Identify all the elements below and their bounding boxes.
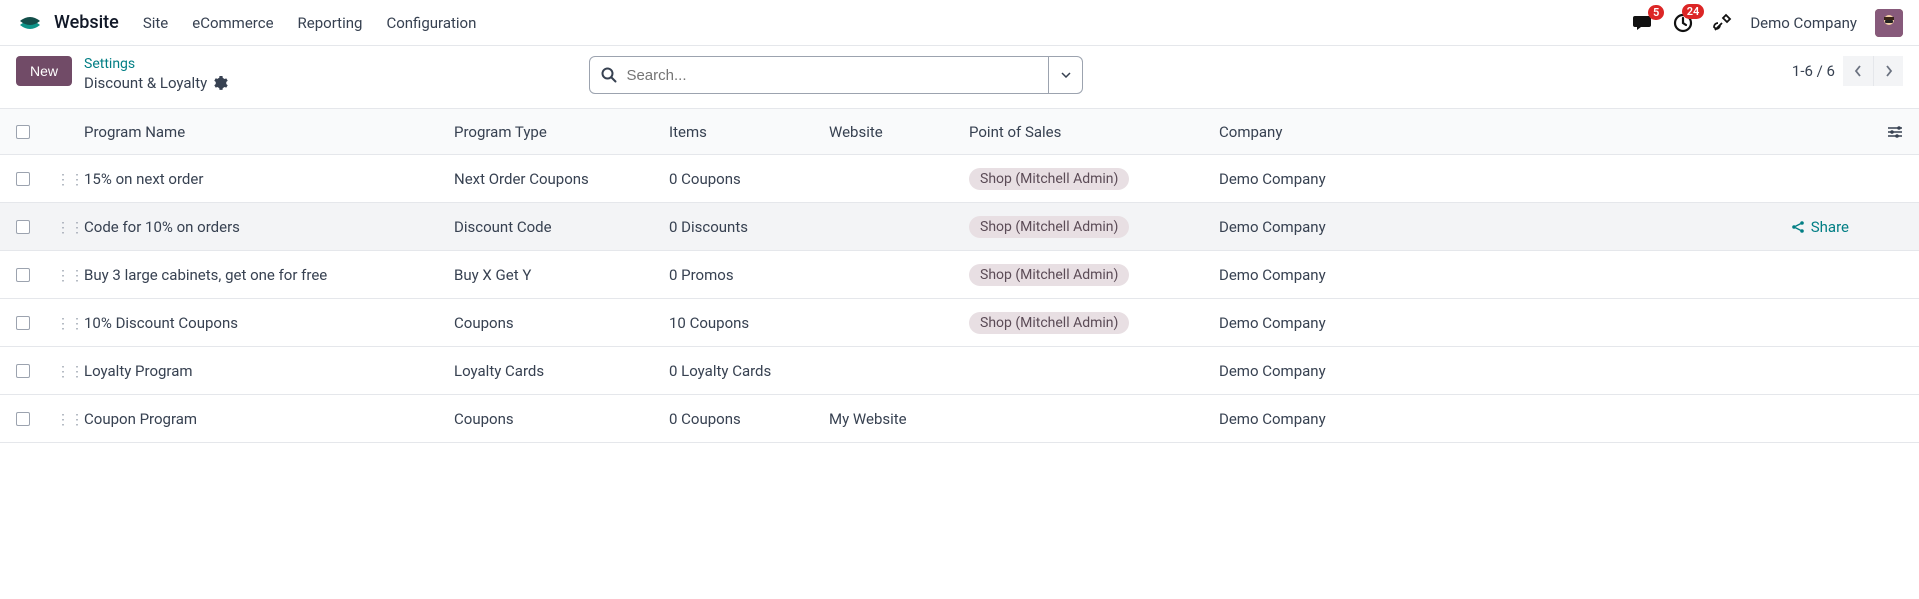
- pager: 1-6 / 6: [1792, 56, 1903, 86]
- search-icon: [600, 66, 618, 84]
- pos-tag[interactable]: Shop (Mitchell Admin): [969, 168, 1129, 190]
- table-header: Program Name Program Type Items Website …: [0, 109, 1919, 155]
- drag-handle-icon[interactable]: ⋮⋮: [56, 172, 84, 188]
- cell-items: 10 Coupons: [669, 314, 829, 332]
- row-checkbox[interactable]: [16, 268, 30, 282]
- table: Program Name Program Type Items Website …: [0, 108, 1919, 443]
- cell-type: Coupons: [454, 314, 669, 332]
- cell-type: Loyalty Cards: [454, 362, 669, 380]
- nav-item-configuration[interactable]: Configuration: [386, 14, 476, 32]
- company-switcher[interactable]: Demo Company: [1750, 14, 1857, 32]
- row-checkbox[interactable]: [16, 220, 30, 234]
- new-button[interactable]: New: [16, 56, 72, 86]
- share-button[interactable]: Share: [1791, 218, 1849, 236]
- cell-type: Next Order Coupons: [454, 170, 669, 188]
- cell-website: My Website: [829, 410, 969, 428]
- search-input[interactable]: [626, 67, 1038, 84]
- cell-type: Discount Code: [454, 218, 669, 236]
- cell-company: Demo Company: [1219, 362, 1399, 380]
- table-row[interactable]: ⋮⋮Loyalty ProgramLoyalty Cards0 Loyalty …: [0, 347, 1919, 395]
- cell-name: Loyalty Program: [84, 362, 454, 380]
- messages-icon[interactable]: 5: [1632, 13, 1654, 33]
- app-logo-icon[interactable]: [16, 9, 44, 37]
- pager-next-button[interactable]: [1873, 56, 1903, 86]
- breadcrumb: Settings Discount & Loyalty: [84, 56, 229, 92]
- cell-pos: Shop (Mitchell Admin): [969, 312, 1219, 334]
- cell-company: Demo Company: [1219, 170, 1399, 188]
- col-header-company[interactable]: Company: [1219, 123, 1399, 141]
- row-checkbox[interactable]: [16, 364, 30, 378]
- messages-badge: 5: [1648, 5, 1664, 20]
- nav-menu: Site eCommerce Reporting Configuration: [143, 14, 477, 32]
- row-checkbox[interactable]: [16, 172, 30, 186]
- cell-items: 0 Coupons: [669, 410, 829, 428]
- search-wrap: [589, 56, 1083, 94]
- pos-tag[interactable]: Shop (Mitchell Admin): [969, 264, 1129, 286]
- table-row[interactable]: ⋮⋮Coupon ProgramCoupons0 CouponsMy Websi…: [0, 395, 1919, 443]
- table-row[interactable]: ⋮⋮15% on next orderNext Order Coupons0 C…: [0, 155, 1919, 203]
- cell-company: Demo Company: [1219, 266, 1399, 284]
- col-header-pos[interactable]: Point of Sales: [969, 123, 1219, 141]
- cell-pos: Shop (Mitchell Admin): [969, 216, 1219, 238]
- top-nav: Website Site eCommerce Reporting Configu…: [0, 0, 1919, 46]
- pager-prev-button[interactable]: [1843, 56, 1873, 86]
- cell-pos: Shop (Mitchell Admin): [969, 264, 1219, 286]
- control-bar: New Settings Discount & Loyalty 1-6 / 6: [0, 46, 1919, 108]
- cell-name: Code for 10% on orders: [84, 218, 454, 236]
- table-row[interactable]: ⋮⋮10% Discount CouponsCoupons10 Coupons S…: [0, 299, 1919, 347]
- search-box[interactable]: [589, 56, 1049, 94]
- drag-handle-icon[interactable]: ⋮⋮: [56, 268, 84, 284]
- cell-items: 0 Loyalty Cards: [669, 362, 829, 380]
- cell-type: Coupons: [454, 410, 669, 428]
- tools-icon[interactable]: [1712, 13, 1732, 33]
- row-checkbox[interactable]: [16, 316, 30, 330]
- cell-name: 10% Discount Coupons: [84, 314, 454, 332]
- drag-handle-icon[interactable]: ⋮⋮: [56, 364, 84, 380]
- drag-handle-icon[interactable]: ⋮⋮: [56, 412, 84, 428]
- user-avatar[interactable]: [1875, 9, 1903, 37]
- pos-tag[interactable]: Shop (Mitchell Admin): [969, 312, 1129, 334]
- cell-type: Buy X Get Y: [454, 266, 669, 284]
- col-header-type[interactable]: Program Type: [454, 123, 669, 141]
- activities-icon[interactable]: 24: [1672, 12, 1694, 34]
- drag-handle-icon[interactable]: ⋮⋮: [56, 316, 84, 332]
- table-row[interactable]: ⋮⋮Code for 10% on ordersDiscount Code0 D…: [0, 203, 1919, 251]
- search-options-toggle[interactable]: [1049, 56, 1083, 94]
- col-header-name[interactable]: Program Name: [84, 123, 454, 141]
- cell-items: 0 Promos: [669, 266, 829, 284]
- app-title[interactable]: Website: [54, 12, 119, 33]
- col-header-website[interactable]: Website: [829, 123, 969, 141]
- row-checkbox[interactable]: [16, 412, 30, 426]
- table-row[interactable]: ⋮⋮Buy 3 large cabinets, get one for free…: [0, 251, 1919, 299]
- cell-name: Coupon Program: [84, 410, 454, 428]
- cell-name: Buy 3 large cabinets, get one for free: [84, 266, 454, 284]
- pos-tag[interactable]: Shop (Mitchell Admin): [969, 216, 1129, 238]
- optional-fields-icon[interactable]: [1873, 125, 1903, 139]
- cell-company: Demo Company: [1219, 218, 1399, 236]
- breadcrumb-current: Discount & Loyalty: [84, 74, 207, 92]
- cell-items: 0 Coupons: [669, 170, 829, 188]
- drag-handle-icon[interactable]: ⋮⋮: [56, 220, 84, 236]
- cell-company: Demo Company: [1219, 314, 1399, 332]
- activities-badge: 24: [1682, 4, 1705, 19]
- cell-name: 15% on next order: [84, 170, 454, 188]
- breadcrumb-parent[interactable]: Settings: [84, 56, 229, 72]
- cell-pos: Shop (Mitchell Admin): [969, 168, 1219, 190]
- nav-item-ecommerce[interactable]: eCommerce: [192, 14, 273, 32]
- nav-item-reporting[interactable]: Reporting: [298, 14, 363, 32]
- pager-text[interactable]: 1-6 / 6: [1792, 62, 1835, 80]
- cell-company: Demo Company: [1219, 410, 1399, 428]
- col-header-items[interactable]: Items: [669, 123, 829, 141]
- nav-item-site[interactable]: Site: [143, 14, 168, 32]
- gear-icon[interactable]: [213, 75, 229, 91]
- select-all-checkbox[interactable]: [16, 125, 30, 139]
- cell-items: 0 Discounts: [669, 218, 829, 236]
